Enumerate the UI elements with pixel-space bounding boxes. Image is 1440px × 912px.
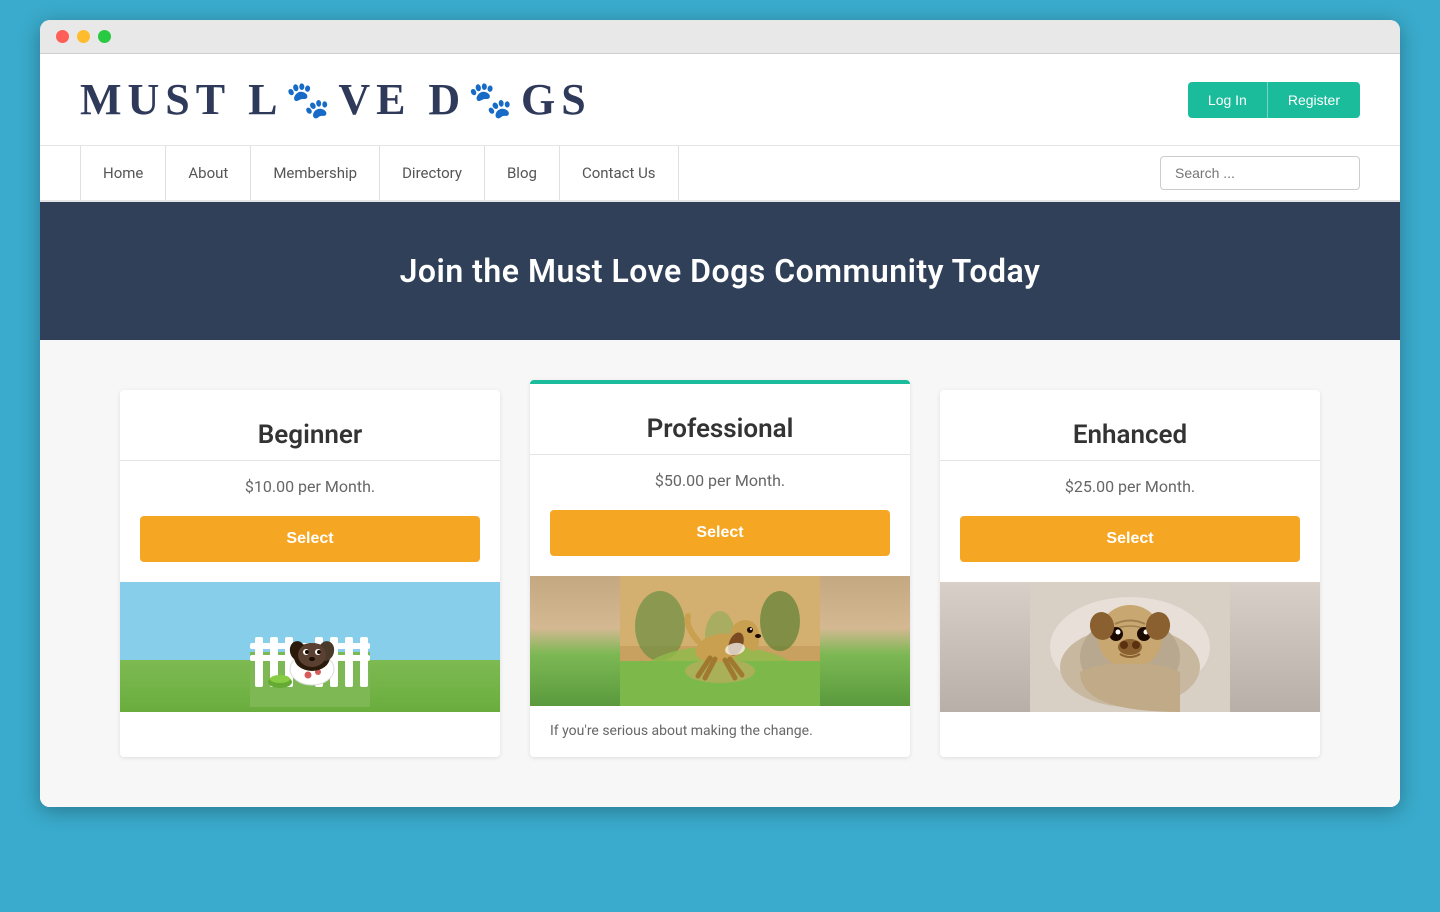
plan-card-beginner: Beginner $10.00 per Month. Select bbox=[120, 390, 500, 757]
plan-image-professional bbox=[530, 576, 910, 706]
puppy-svg bbox=[250, 597, 370, 707]
auth-buttons: Log In Register bbox=[1188, 82, 1360, 118]
website-content: MUST L🐾VE D🐾GS Log In Register Home Abou… bbox=[40, 54, 1400, 807]
nav-item-directory[interactable]: Directory bbox=[380, 146, 485, 200]
main-nav: Home About Membership Directory Blog Con… bbox=[40, 146, 1400, 202]
register-button[interactable]: Register bbox=[1267, 82, 1360, 118]
select-button-beginner[interactable]: Select bbox=[140, 516, 480, 562]
plan-name-professional: Professional bbox=[550, 414, 890, 444]
hero-title: Join the Must Love Dogs Community Today bbox=[80, 252, 1360, 290]
nav-links: Home About Membership Directory Blog Con… bbox=[80, 146, 679, 200]
nav-item-contact[interactable]: Contact Us bbox=[560, 146, 679, 200]
plan-header-beginner: Beginner bbox=[120, 390, 500, 461]
traffic-light-red[interactable] bbox=[56, 30, 69, 43]
traffic-light-green[interactable] bbox=[98, 30, 111, 43]
plan-header-enhanced: Enhanced bbox=[940, 390, 1320, 461]
plan-card-enhanced: Enhanced $25.00 per Month. Select bbox=[940, 390, 1320, 757]
nav-item-blog[interactable]: Blog bbox=[485, 146, 560, 200]
plan-description-professional: If you're serious about making the chang… bbox=[530, 706, 910, 757]
select-button-enhanced[interactable]: Select bbox=[960, 516, 1300, 562]
search-input[interactable] bbox=[1160, 156, 1360, 190]
site-logo: MUST L🐾VE D🐾GS bbox=[80, 74, 592, 125]
select-button-professional[interactable]: Select bbox=[550, 510, 890, 556]
membership-section: Beginner $10.00 per Month. Select bbox=[40, 340, 1400, 807]
browser-titlebar bbox=[40, 20, 1400, 54]
plan-price-professional: $50.00 per Month. bbox=[530, 471, 910, 490]
browser-window: MUST L🐾VE D🐾GS Log In Register Home Abou… bbox=[40, 20, 1400, 807]
site-header: MUST L🐾VE D🐾GS Log In Register bbox=[40, 54, 1400, 146]
plan-name-beginner: Beginner bbox=[140, 420, 480, 450]
pug-svg bbox=[1030, 582, 1230, 712]
plan-card-professional: Professional $50.00 per Month. Select bbox=[530, 380, 910, 757]
plan-name-enhanced: Enhanced bbox=[960, 420, 1300, 450]
plan-image-enhanced bbox=[940, 582, 1320, 712]
login-button[interactable]: Log In bbox=[1188, 82, 1267, 118]
nav-item-membership[interactable]: Membership bbox=[251, 146, 380, 200]
plan-image-beginner bbox=[120, 582, 500, 712]
nav-item-home[interactable]: Home bbox=[80, 146, 166, 200]
running-dog-svg bbox=[620, 576, 820, 706]
plans-grid: Beginner $10.00 per Month. Select bbox=[120, 390, 1320, 757]
search-bar bbox=[1160, 156, 1360, 190]
plan-price-enhanced: $25.00 per Month. bbox=[940, 477, 1320, 496]
hero-banner: Join the Must Love Dogs Community Today bbox=[40, 202, 1400, 340]
nav-item-about[interactable]: About bbox=[166, 146, 251, 200]
plan-header-professional: Professional bbox=[530, 384, 910, 455]
plan-price-beginner: $10.00 per Month. bbox=[120, 477, 500, 496]
traffic-light-yellow[interactable] bbox=[77, 30, 90, 43]
